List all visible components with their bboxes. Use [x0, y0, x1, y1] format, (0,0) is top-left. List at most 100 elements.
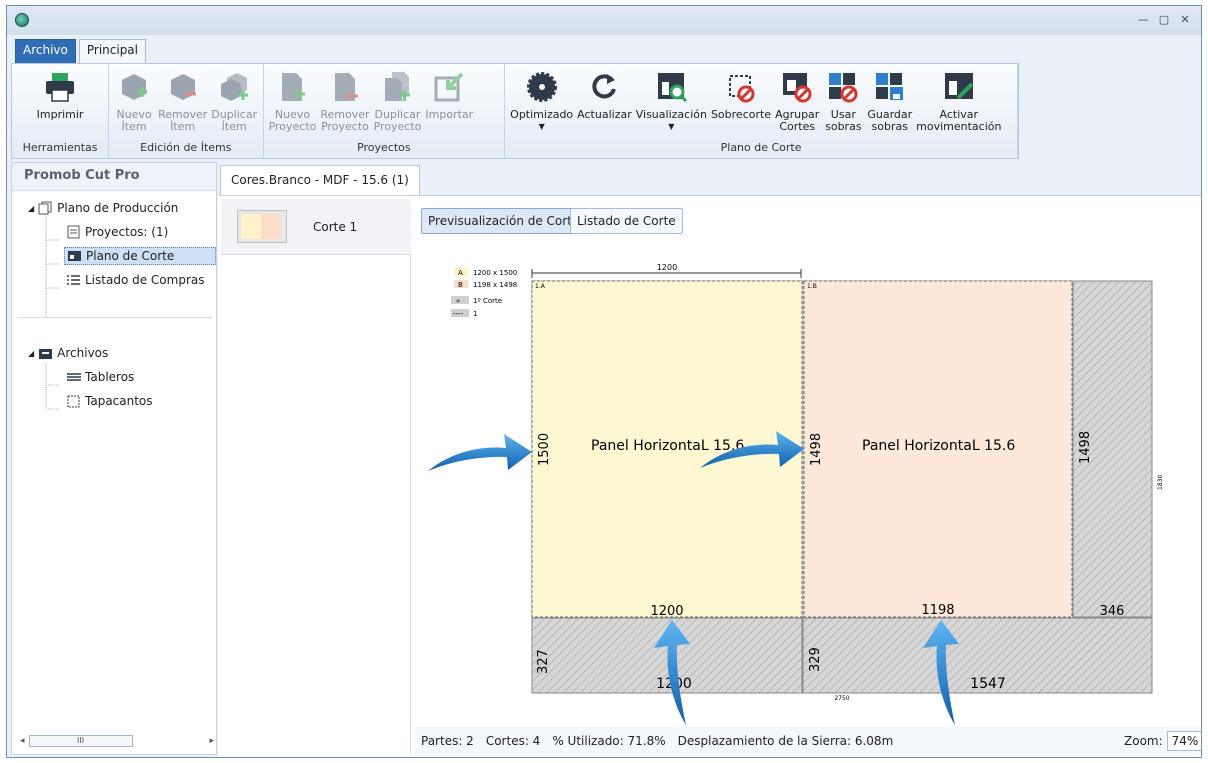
legend-text-a: 1200 x 1500 — [473, 269, 517, 277]
group-cuts-icon — [783, 73, 812, 103]
cuts-count: Cortes: 4 — [485, 734, 541, 748]
piece-a-height: 1500 — [537, 433, 552, 466]
sobrecorte-button[interactable]: Sobrecorte — [709, 70, 773, 121]
close-button[interactable]: ✕ — [1179, 13, 1191, 26]
piece-a-name: Panel HorizontaL 15.6 — [591, 438, 744, 454]
usar-sobras-button[interactable]: Usar sobras — [821, 70, 865, 133]
new-project-button[interactable]: Nuevo Proyecto — [267, 70, 319, 133]
duplicate-item-button[interactable]: Duplicar Ítem — [209, 70, 259, 133]
new-item-icon — [122, 74, 148, 100]
cut-list-button[interactable]: Listado de Corte — [570, 208, 683, 234]
import-button[interactable]: Importar — [423, 70, 475, 121]
app-window: — ▢ ✕ Archivo Principal Imprimir Herrami… — [6, 5, 1202, 758]
scroll-left-icon[interactable]: ◂ — [20, 736, 25, 746]
waste-bottom-left-height: 327 — [536, 649, 551, 674]
new-item-button[interactable]: Nuevo Ítem — [112, 70, 156, 133]
legend-key-cut: » — [456, 297, 460, 305]
expander-icon[interactable]: ◢ — [28, 204, 34, 213]
duplicate-project-icon — [385, 72, 411, 101]
cut-plan-icon — [68, 251, 81, 261]
visualizacion-button[interactable]: Visualización ▼ — [634, 70, 709, 131]
document-tab[interactable]: Cores.Branco - MDF - 15.6 (1) — [220, 165, 420, 195]
group-proyectos: Nuevo Proyecto Remover Proyecto Duplicar… — [264, 64, 506, 158]
tab-principal[interactable]: Principal — [78, 39, 146, 63]
archive-box-icon — [39, 349, 53, 359]
edge-banding-icon — [67, 395, 80, 408]
piece-a-width: 1200 — [650, 604, 683, 619]
tree-plano-de-corte[interactable]: Plano de Corte — [64, 247, 216, 265]
tree-archivos[interactable]: ◢ Archivos — [28, 346, 108, 360]
legend-key-line: ---- — [453, 310, 464, 318]
zoom-control: Zoom: 74% ⌄ — [1124, 731, 1201, 751]
new-project-icon — [282, 73, 306, 101]
arrow-right-icon — [428, 434, 532, 471]
tree-proyectos[interactable]: Proyectos: (1) — [66, 225, 168, 239]
tree-tableros[interactable]: Tableros — [66, 370, 134, 384]
right-dimension: 1830 — [1157, 475, 1164, 490]
panel-title: Promob Cut Pro — [12, 163, 216, 191]
group-herramientas: Imprimir Herramientas — [12, 64, 110, 158]
utilization: % Utilizado: 71.8% — [552, 734, 666, 748]
overcut-icon — [729, 75, 755, 103]
saw-travel: Desplazamiento de la Sierra: 6.08m — [677, 734, 894, 748]
legend-text-line: 1 — [473, 310, 477, 318]
print-button[interactable]: Imprimir — [35, 70, 86, 121]
piece-b-name: Panel HorizontaL 15.6 — [862, 438, 1015, 454]
duplicate-item-icon — [221, 73, 249, 101]
legend-key-b: B — [458, 281, 463, 289]
project-tree-panel: Promob Cut Pro ◢ Plano de Producción Pro… — [11, 162, 217, 755]
parts-count: Partes: 2 — [421, 734, 474, 748]
maximize-button[interactable]: ▢ — [1158, 13, 1170, 26]
group-edicion-items: Nuevo Ítem Remover Ítem Duplicar Ítem Ed… — [109, 64, 264, 158]
list-item[interactable]: Corte 1 — [221, 199, 411, 255]
remove-item-button[interactable]: Remover Ítem — [156, 70, 209, 133]
piece-a-tag: 1.A — [535, 283, 546, 290]
waste-bottom-right-width: 1547 — [970, 676, 1006, 692]
app-logo-icon — [15, 13, 29, 27]
actualizar-button[interactable]: Actualizar — [575, 70, 634, 121]
tree-listado-de-compras[interactable]: Listado de Compras — [66, 273, 204, 287]
minimize-button[interactable]: — — [1137, 13, 1149, 26]
piece-b-tag: 1.B — [807, 283, 817, 290]
zoom-select[interactable]: 74% ⌄ — [1166, 731, 1201, 751]
remove-project-icon — [334, 73, 358, 101]
activar-movimentacion-button[interactable]: Activar movimentación — [914, 70, 1003, 133]
refresh-icon — [592, 74, 617, 99]
guardar-sobras-button[interactable]: Guardar sobras — [865, 70, 914, 133]
save-leftovers-icon — [875, 73, 903, 100]
activate-movement-icon — [944, 73, 974, 100]
group-plano-de-corte: Optimizado ▼ Actualizar Visualización ▼ … — [505, 64, 1018, 158]
waste-right-height: 1498 — [1078, 431, 1093, 464]
view-icon — [658, 73, 688, 103]
cut-diagram: A 1200 x 1500 B 1198 x 1498 » 1º Corte -… — [428, 263, 1164, 725]
remove-project-button[interactable]: Remover Proyecto — [318, 70, 371, 133]
cut-list: Corte 1 — [221, 199, 411, 754]
optimizado-button[interactable]: Optimizado ▼ — [508, 70, 575, 131]
tree-plano-de-produccion[interactable]: ◢ Plano de Producción — [28, 201, 178, 215]
horizontal-scrollbar[interactable]: ◂ III ▸ — [20, 734, 214, 748]
tree-tapacantos[interactable]: Tapacantos — [66, 394, 153, 408]
legend-text-b: 1198 x 1498 — [473, 281, 517, 289]
list-icon — [67, 275, 80, 285]
use-leftovers-icon — [829, 73, 858, 103]
remove-item-icon — [170, 74, 196, 100]
waste-bottom-right-height: 329 — [808, 647, 823, 672]
printer-icon — [46, 73, 75, 102]
document-area: Corte 1 Previsualización de Corte Listad… — [218, 195, 1201, 757]
documents-icon — [38, 201, 52, 215]
tab-archivo[interactable]: Archivo — [15, 39, 76, 63]
expander-icon[interactable]: ◢ — [28, 349, 34, 358]
document-icon — [67, 225, 80, 239]
scroll-right-icon[interactable]: ▸ — [209, 736, 214, 746]
agrupar-cortes-button[interactable]: Agrupar Cortes — [773, 70, 821, 133]
duplicate-project-button[interactable]: Duplicar Proyecto — [372, 70, 424, 133]
cut-thumbnail — [237, 210, 287, 243]
piece-b-height: 1498 — [809, 433, 824, 466]
import-icon — [434, 72, 464, 102]
piece-b-width: 1198 — [921, 603, 954, 618]
preview-cut-button[interactable]: Previsualización de Corte — [421, 208, 587, 234]
title-bar: — ▢ ✕ — [7, 6, 1201, 35]
chevron-down-icon: ▼ — [538, 122, 545, 131]
legend-text-cut: 1º Corte — [473, 297, 502, 305]
scrollbar-thumb[interactable]: III — [28, 735, 133, 747]
